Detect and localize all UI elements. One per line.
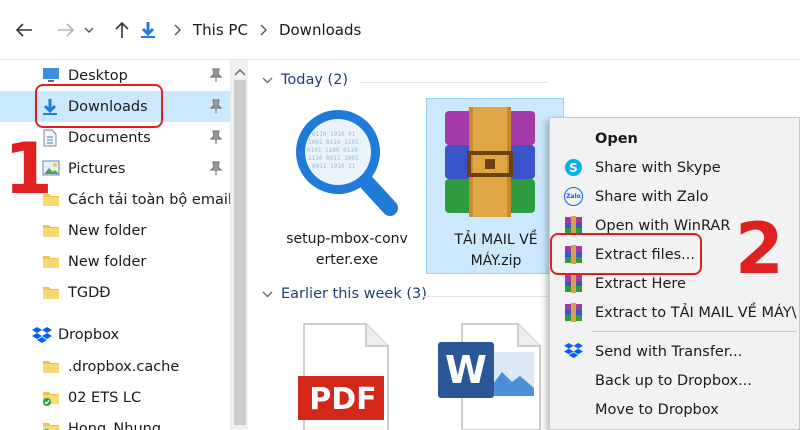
nav-item-folder[interactable]: New folder (0, 246, 230, 277)
nav-item-label: .dropbox.cache (68, 358, 180, 375)
nav-item-synced-folder[interactable]: 02 ETS LC (0, 382, 230, 413)
pin-icon[interactable] (209, 68, 223, 86)
menu-item-share-skype[interactable]: S Share with Skype (550, 153, 800, 182)
dropbox-icon (564, 342, 583, 361)
menu-separator (592, 331, 797, 332)
breadcrumb: This PC Downloads (140, 16, 361, 44)
nav-item-synced-folder[interactable]: Hong_Nhung (0, 413, 230, 430)
highlight-extract-files (550, 233, 702, 275)
pin-icon[interactable] (209, 99, 223, 117)
up-button[interactable] (110, 18, 134, 42)
dropbox-icon (32, 326, 52, 343)
nav-item-label: 02 ETS LC (68, 389, 142, 406)
svg-text:0011 1010 11: 0011 1010 11 (312, 163, 356, 170)
synced-folder-icon (42, 420, 60, 430)
menu-item-label: Extract to TẢI MAIL VỀ MÁY\ (595, 304, 797, 321)
zalo-icon-text: Zalo (566, 193, 581, 200)
step-number-2: 2 (735, 208, 784, 290)
winrar-archive-icon (435, 107, 545, 223)
folder-icon (42, 253, 60, 270)
winrar-icon (564, 274, 583, 293)
nav-item-label: Pictures (68, 160, 126, 177)
pin-icon[interactable] (209, 161, 223, 179)
svg-text:1110 0011 1001: 1110 0011 1001 (308, 155, 359, 162)
svg-text:1001 0110 1101: 1001 0110 1101 (308, 139, 359, 146)
svg-text:S: S (569, 161, 578, 175)
menu-item-share-zalo[interactable]: Zalo Share with Zalo (550, 182, 800, 211)
nav-item-label: Cách tải toàn bộ email (68, 191, 232, 208)
winrar-icon (564, 303, 583, 322)
menu-item-extract-to-folder[interactable]: Extract to TẢI MAIL VỀ MÁY\ (550, 298, 800, 327)
menu-item-label: Move to Dropbox (595, 401, 719, 418)
file-item[interactable]: W (426, 316, 564, 430)
menu-item-label: Back up to Dropbox... (595, 372, 752, 389)
menu-item-label: Open (595, 130, 638, 147)
file-item-selected[interactable]: TẢI MAIL VỀ MÁY.zip (426, 98, 564, 274)
arrow-right-icon (58, 23, 75, 37)
nav-item-label: New folder (68, 253, 147, 270)
chevron-right-icon (260, 24, 267, 36)
folder-icon (42, 358, 60, 375)
breadcrumb-this-pc[interactable]: This PC (193, 21, 248, 39)
file-name: TẢI MAIL VỀ MÁY.zip (454, 232, 538, 269)
menu-item-label: Send with Transfer... (595, 343, 743, 360)
svg-text:0110 1010 01: 0110 1010 01 (312, 131, 356, 138)
scroll-thumb[interactable] (234, 80, 246, 425)
recent-locations-button[interactable] (82, 18, 96, 42)
nav-item-folder[interactable]: New folder (0, 215, 230, 246)
pdf-badge: PDF (309, 382, 377, 417)
nav-item-label: New folder (68, 222, 147, 239)
file-item[interactable]: 0110 1010 01 1001 0110 1101 0101 1100 01… (278, 98, 416, 274)
arrow-up-icon (115, 21, 129, 38)
nav-item-label: Documents (68, 129, 151, 146)
group-header-earlier[interactable]: Earlier this week (3) (262, 286, 427, 302)
chevron-down-icon (84, 27, 94, 33)
group-header-label: Today (2) (281, 72, 349, 88)
menu-item-open[interactable]: Open (550, 124, 800, 153)
mbox-magnifier-icon: 0110 1010 01 1001 0110 1101 0101 1100 01… (288, 104, 398, 228)
address-bar: This PC Downloads (0, 0, 800, 60)
nav-item-folder[interactable]: TGDĐ (0, 277, 230, 308)
menu-item-label: Share with Zalo (595, 188, 709, 205)
folder-icon (42, 284, 60, 301)
menu-item-send-with-transfer[interactable]: Send with Transfer... (550, 337, 800, 366)
forward-button[interactable] (54, 18, 78, 42)
breadcrumb-downloads[interactable]: Downloads (279, 21, 361, 39)
group-header-today[interactable]: Today (2) (262, 72, 348, 88)
menu-item-move-to-dropbox[interactable]: Move to Dropbox (550, 395, 800, 424)
synced-folder-icon (42, 389, 60, 406)
chevron-down-icon (262, 286, 273, 302)
file-item[interactable]: PDF (278, 316, 416, 430)
nav-scrollbar[interactable] (230, 60, 248, 430)
nav-item-label: Dropbox (58, 326, 120, 343)
svg-text:0101 1100 0110: 0101 1100 0110 (307, 147, 358, 154)
menu-item-label: Open with WinRAR (595, 217, 731, 234)
group-header-label: Earlier this week (3) (281, 286, 427, 302)
nav-item-label: TGDĐ (68, 284, 111, 301)
file-name: setup-mbox-conv erter.exe (286, 231, 408, 268)
folder-icon (42, 222, 60, 239)
download-arrow-icon (140, 21, 156, 39)
group-divider (360, 82, 548, 83)
step-number-1: 1 (4, 128, 53, 210)
zalo-icon: Zalo (564, 187, 583, 206)
back-button[interactable] (12, 18, 36, 42)
nav-item-folder[interactable]: .dropbox.cache (0, 351, 230, 382)
nav-item-label: Hong_Nhung (68, 420, 162, 430)
skype-icon: S (564, 158, 583, 177)
chevron-down-icon (262, 72, 273, 88)
chevron-right-icon (174, 24, 181, 36)
menu-item-label: Extract Here (595, 275, 686, 292)
word-badge: W (445, 348, 487, 392)
group-divider (422, 296, 548, 297)
menu-item-back-up-dropbox[interactable]: Back up to Dropbox... (550, 366, 800, 395)
nav-item-dropbox[interactable]: Dropbox (0, 319, 230, 350)
pin-icon[interactable] (209, 130, 223, 148)
desktop-icon (42, 67, 60, 84)
menu-item-label: Share with Skype (595, 159, 721, 176)
nav-item-label: Desktop (68, 67, 128, 84)
scroll-up-icon[interactable] (234, 64, 246, 80)
arrow-left-icon (15, 23, 32, 37)
highlight-downloads (35, 84, 163, 128)
